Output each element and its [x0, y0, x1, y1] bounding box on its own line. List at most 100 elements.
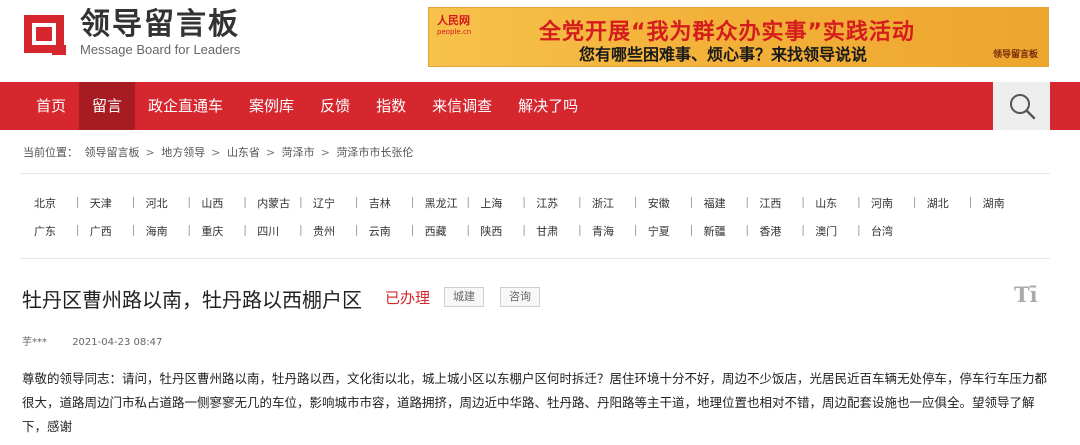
province-link[interactable]: 吉林: [369, 195, 391, 211]
nav-item-survey[interactable]: 来信调查: [419, 82, 505, 130]
province-link[interactable]: 贵州: [313, 223, 335, 239]
province-link[interactable]: 辽宁: [313, 195, 335, 211]
separator: |: [243, 195, 247, 208]
separator: |: [187, 223, 192, 236]
province-link[interactable]: 香港: [759, 223, 781, 239]
campaign-banner[interactable]: 人民网 people.cn 全党开展“我为群众办实事”实践活动 您有哪些困难事、…: [428, 7, 1049, 67]
province-link[interactable]: 海南: [146, 223, 168, 239]
breadcrumb-item-province[interactable]: 山东省: [227, 146, 260, 159]
province-link[interactable]: 内蒙古: [257, 195, 290, 211]
separator: |: [912, 195, 917, 208]
separator: |: [131, 223, 136, 236]
logo-title-cn: 领导留言板: [80, 7, 240, 42]
message-meta: 芋*** 2021-04-23 08:47: [22, 333, 162, 348]
separator: |: [578, 223, 582, 236]
search-button[interactable]: [993, 82, 1050, 130]
separator: |: [689, 223, 694, 236]
breadcrumb: 当前位置： 领导留言板 > 地方领导 > 山东省 > 菏泽市 > 菏泽市市长张伦: [23, 144, 416, 160]
chevron-right-icon: >: [211, 146, 221, 159]
separator: |: [410, 223, 415, 236]
separator: |: [75, 223, 80, 236]
separator: |: [299, 223, 303, 236]
province-link[interactable]: 澳门: [815, 223, 837, 239]
nav-item-feedback[interactable]: 反馈: [307, 82, 363, 130]
separator: |: [354, 223, 359, 236]
separator: |: [75, 195, 80, 208]
nav-item-cases[interactable]: 案例库: [236, 82, 307, 130]
chevron-right-icon: >: [145, 146, 155, 159]
province-link[interactable]: 新疆: [704, 223, 726, 239]
people-logo: 人民网 people.cn: [437, 14, 472, 36]
province-link[interactable]: 甘肃: [536, 223, 558, 239]
province-link[interactable]: 山西: [201, 195, 223, 211]
separator: |: [522, 195, 526, 208]
province-link[interactable]: 重庆: [201, 223, 223, 239]
message-body: 尊敬的领导同志：请问，牡丹区曹州路以南，牡丹路以西，文化街以北，城上城小区以东棚…: [22, 371, 1048, 434]
province-link[interactable]: 河南: [871, 195, 893, 211]
separator: |: [578, 195, 582, 208]
nav-item-messages[interactable]: 留言: [79, 82, 136, 130]
province-link[interactable]: 广东: [34, 223, 56, 239]
province-link[interactable]: 北京: [34, 195, 56, 211]
breadcrumb-item-local[interactable]: 地方领导: [161, 146, 205, 159]
province-link[interactable]: 山东: [815, 195, 837, 211]
breadcrumb-item-leader[interactable]: 菏泽市市长张伦: [336, 146, 413, 159]
separator: |: [466, 223, 471, 236]
tag-consultation[interactable]: 咨询: [500, 287, 540, 307]
separator: |: [354, 195, 359, 208]
site-logo[interactable]: 领导留言板 Message Board for Leaders: [22, 8, 240, 58]
province-link[interactable]: 四川: [257, 223, 279, 239]
separator: |: [801, 195, 805, 208]
banner-subheadline: 您有哪些困难事、烦心事？来找领导说说: [579, 45, 868, 64]
province-link[interactable]: 广西: [90, 223, 112, 239]
separator: |: [689, 195, 694, 208]
separator: |: [466, 195, 471, 208]
author-name: 芋***: [22, 337, 47, 348]
separator: |: [131, 195, 136, 208]
nav-item-index[interactable]: 指数: [363, 82, 419, 130]
province-link[interactable]: 浙江: [592, 195, 614, 211]
chevron-right-icon: >: [265, 146, 276, 159]
breadcrumb-item-city[interactable]: 菏泽市: [282, 146, 315, 159]
province-link[interactable]: 西藏: [425, 223, 447, 239]
province-link[interactable]: 台湾: [871, 223, 893, 239]
logo-mark-icon: [22, 9, 70, 57]
status-badge: 已办理: [385, 289, 431, 307]
nav-item-home[interactable]: 首页: [23, 82, 79, 130]
province-link[interactable]: 福建: [704, 195, 726, 211]
nav-item-enterprise[interactable]: 政企直通车: [135, 82, 236, 130]
province-link[interactable]: 云南: [369, 223, 391, 239]
province-link[interactable]: 天津: [90, 195, 112, 211]
nav-item-solved[interactable]: 解决了吗: [505, 82, 591, 130]
province-link[interactable]: 河北: [146, 195, 168, 211]
logo-title-en: Message Board for Leaders: [80, 42, 241, 57]
province-link[interactable]: 黑龙江: [425, 195, 458, 211]
font-size-toggle-icon[interactable]: Tī: [1014, 282, 1038, 307]
separator: |: [745, 223, 750, 236]
separator: |: [857, 195, 861, 208]
province-link[interactable]: 宁夏: [648, 223, 670, 239]
separator: |: [299, 195, 303, 208]
main-nav: 首页 留言 政企直通车 案例库 反馈 指数 来信调查 解决了吗: [0, 82, 1080, 130]
separator: |: [633, 195, 638, 208]
separator: |: [410, 195, 415, 208]
province-link[interactable]: 青海: [592, 223, 614, 239]
province-link[interactable]: 上海: [480, 195, 502, 211]
message-title: 牡丹区曹州路以南，牡丹路以西棚户区: [22, 288, 362, 312]
province-link[interactable]: 湖南: [983, 195, 1005, 211]
province-link[interactable]: 江西: [759, 195, 781, 211]
breadcrumb-item-board[interactable]: 领导留言板: [85, 146, 140, 159]
divider: [20, 258, 1050, 259]
province-link[interactable]: 安徽: [648, 195, 670, 211]
header: 领导留言板 Message Board for Leaders 人民网 peop…: [0, 0, 1080, 82]
separator: |: [801, 223, 805, 236]
divider: [20, 173, 1050, 174]
tag-urban-construction[interactable]: 城建: [444, 287, 484, 307]
separator: |: [857, 223, 861, 236]
separator: |: [745, 195, 750, 208]
province-link[interactable]: 江苏: [536, 195, 558, 211]
province-link[interactable]: 湖北: [927, 195, 949, 211]
post-date: 2021-04-23 08:47: [72, 337, 163, 348]
province-link[interactable]: 陕西: [480, 223, 502, 239]
chevron-right-icon: >: [320, 146, 330, 159]
